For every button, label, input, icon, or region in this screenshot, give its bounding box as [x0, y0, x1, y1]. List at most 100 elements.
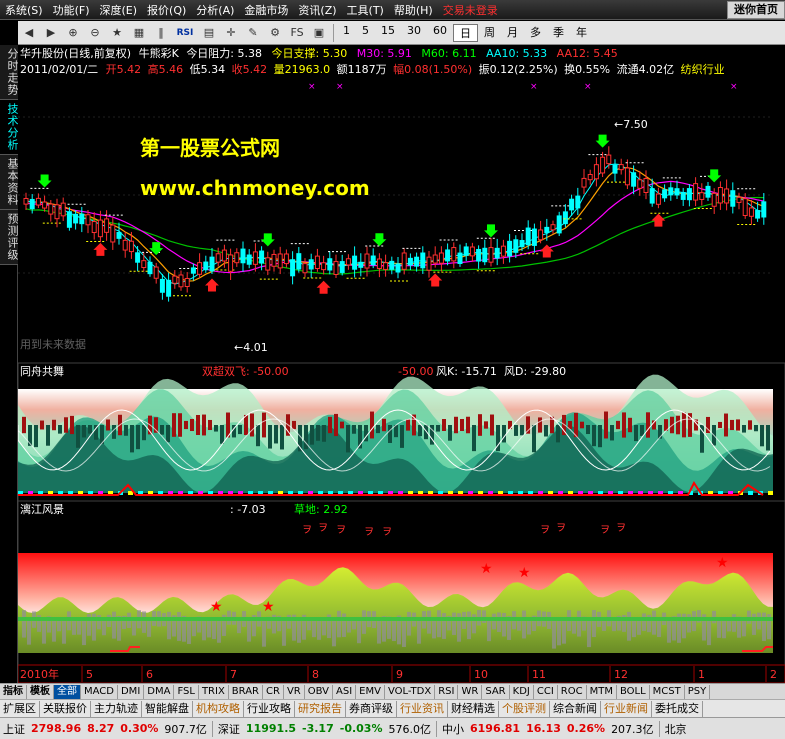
function-tab-7[interactable]: 券商评级	[346, 700, 397, 717]
period-7[interactable]: 月	[501, 24, 524, 42]
indicator-tab-2[interactable]: 全部	[54, 684, 81, 699]
menu-item-9[interactable]: 交易未登录	[438, 2, 503, 18]
period-10[interactable]: 年	[570, 24, 593, 42]
indicator-tab-11[interactable]: OBV	[305, 684, 333, 699]
panel3-title: 漓江风景	[20, 502, 64, 516]
band-bar	[448, 425, 452, 441]
side-tab-2[interactable]: 基本资料	[0, 155, 19, 210]
indicator-tab-9[interactable]: CR	[263, 684, 284, 699]
indicator-panel-lijiang[interactable]: 漓江风景 : -7.03 草地: 2.92 ★ ★★ ★★ヲヲヲヲヲヲヲヲヲ	[17, 500, 785, 666]
indicator-tab-17[interactable]: SAR	[482, 684, 510, 699]
grid-icon[interactable]: ▦	[130, 24, 148, 42]
star-icon[interactable]: ★	[108, 24, 126, 42]
grass-line	[18, 617, 773, 621]
indicator-tab-20[interactable]: ROC	[558, 684, 587, 699]
indicator-name: 牛熊彩K	[139, 46, 180, 60]
indicator-tab-5[interactable]: DMA	[144, 684, 175, 699]
period-2[interactable]: 15	[375, 24, 401, 42]
window-icon[interactable]: ▣	[310, 24, 328, 42]
indicator-tab-6[interactable]: FSL	[174, 684, 199, 699]
function-tab-8[interactable]: 行业资讯	[397, 700, 448, 717]
indicator-tab-10[interactable]: VR	[284, 684, 305, 699]
sz-index-label[interactable]: 深证	[215, 721, 243, 737]
zoom-out-icon[interactable]: ⊖	[86, 24, 104, 42]
gray-bar	[77, 619, 81, 635]
indicator-tab-18[interactable]: KDJ	[510, 684, 534, 699]
indicator-tab-24[interactable]: PSY	[685, 684, 711, 699]
menu-item-1[interactable]: 功能(F)	[48, 2, 95, 18]
period-6[interactable]: 周	[478, 24, 501, 42]
period-1[interactable]: 5	[356, 24, 375, 42]
function-tab-6[interactable]: 研究报告	[295, 700, 346, 717]
main-kline-panel[interactable]: 华升股份(日线,前复权) 牛熊彩K 今日阻力: 5.38 今日支撑: 5.30 …	[18, 45, 785, 365]
period-9[interactable]: 季	[547, 24, 570, 42]
indicator-tab-19[interactable]: CCI	[534, 684, 558, 699]
indicator-tab-3[interactable]: MACD	[81, 684, 118, 699]
function-tab-3[interactable]: 智能解盘	[142, 700, 193, 717]
band-bar	[46, 425, 50, 446]
zx-index-label[interactable]: 中小	[439, 721, 467, 737]
menu-item-4[interactable]: 分析(A)	[191, 2, 239, 18]
period-8[interactable]: 多	[524, 24, 547, 42]
x-mark-icon: ×	[530, 82, 538, 92]
indicator-tab-12[interactable]: ASI	[333, 684, 357, 699]
function-tab-1[interactable]: 关联报价	[40, 700, 91, 717]
chart-area[interactable]: 华升股份(日线,前复权) 牛熊彩K 今日阻力: 5.38 今日支撑: 5.30 …	[17, 45, 785, 685]
menu-item-2[interactable]: 深度(E)	[95, 2, 143, 18]
indicator-tab-21[interactable]: MTM	[587, 684, 617, 699]
draw-icon[interactable]: ✎	[244, 24, 262, 42]
cross-icon[interactable]: ✛	[222, 24, 240, 42]
period-5[interactable]: 日	[453, 23, 478, 42]
fs-button[interactable]: FS	[288, 24, 306, 42]
forward-icon[interactable]: ▶	[42, 24, 60, 42]
indicator-tab-8[interactable]: BRAR	[229, 684, 263, 699]
indicator-tab-15[interactable]: RSI	[435, 684, 459, 699]
indicator-tab-16[interactable]: WR	[458, 684, 483, 699]
indicator-tab-4[interactable]: DMI	[118, 684, 145, 699]
band-bar	[322, 425, 326, 442]
function-tab-4[interactable]: 机构攻略	[193, 700, 244, 717]
indicator-tab-23[interactable]: MCST	[650, 684, 685, 699]
period-3[interactable]: 30	[401, 24, 427, 42]
indicator-panel-tongzhou[interactable]: 同舟共舞 双超双飞: -50.00 -50.00 风K: -15.71 风D: …	[17, 362, 785, 502]
sz-index-pct: -0.03%	[339, 722, 383, 735]
side-tab-3[interactable]: 预测评级	[0, 210, 19, 265]
indicator-tab-7[interactable]: TRIX	[199, 684, 229, 699]
function-tab-12[interactable]: 行业新闻	[601, 700, 652, 717]
x-tick-5: 10	[474, 668, 488, 681]
menu-item-3[interactable]: 报价(Q)	[142, 2, 191, 18]
function-tab-0[interactable]: 扩展区	[0, 700, 40, 717]
menu-item-6[interactable]: 资讯(Z)	[293, 2, 341, 18]
indicator-tab-14[interactable]: VOL-TDX	[385, 684, 436, 699]
indicator-tab-13[interactable]: EMV	[356, 684, 385, 699]
period-4[interactable]: 60	[427, 24, 453, 42]
candle-icon[interactable]: ‖	[152, 24, 170, 42]
side-tab-0[interactable]: 分时走势	[0, 45, 19, 100]
side-tab-1[interactable]: 技术分析	[0, 100, 19, 155]
chart-icon[interactable]: ▤	[200, 24, 218, 42]
function-tab-2[interactable]: 主力轨迹	[91, 700, 142, 717]
back-icon[interactable]: ◀	[20, 24, 38, 42]
indicator-tab-1[interactable]: 模板	[27, 684, 54, 699]
indicator-tab-22[interactable]: BOLL	[617, 684, 650, 699]
menu-item-8[interactable]: 帮助(H)	[389, 2, 438, 18]
mini-homepage-button[interactable]: 迷你首页	[727, 1, 785, 19]
gray-bar	[392, 619, 396, 642]
menu-item-7[interactable]: 工具(T)	[342, 2, 389, 18]
candle-body	[717, 187, 723, 204]
function-tab-11[interactable]: 综合新闻	[550, 700, 601, 717]
period-0[interactable]: 1	[337, 24, 356, 42]
function-tab-10[interactable]: 个股评测	[499, 700, 550, 717]
chart-canvas[interactable]: 华升股份(日线,前复权) 牛熊彩K 今日阻力: 5.38 今日支撑: 5.30 …	[17, 45, 785, 685]
menu-item-0[interactable]: 系统(S)	[0, 2, 48, 18]
rsi-button[interactable]: RSI	[174, 24, 196, 42]
menu-item-5[interactable]: 金融市场	[239, 2, 293, 18]
function-tab-9[interactable]: 财经精选	[448, 700, 499, 717]
band-bar	[316, 425, 320, 441]
zoom-in-icon[interactable]: ⊕	[64, 24, 82, 42]
function-tab-5[interactable]: 行业攻略	[244, 700, 295, 717]
settings-icon[interactable]: ⚙	[266, 24, 284, 42]
function-tab-13[interactable]: 委托成交	[652, 700, 703, 717]
sh-index-label[interactable]: 上证	[0, 721, 28, 737]
indicator-tab-0[interactable]: 指标	[0, 684, 27, 699]
